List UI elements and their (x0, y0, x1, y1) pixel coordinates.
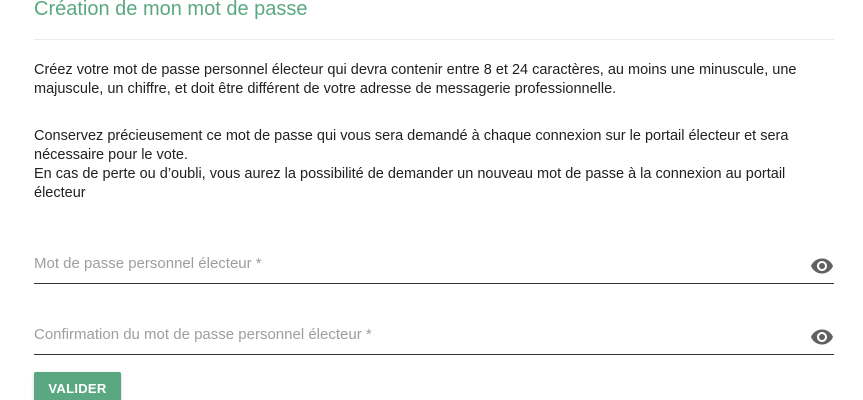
title-divider (34, 39, 834, 40)
password-rules-text: Créez votre mot de passe personnel élect… (34, 62, 797, 97)
password-creation-page: Création de mon mot de passe Créez votre… (0, 0, 863, 400)
page-title: Création de mon mot de passe (34, 0, 308, 20)
validate-button[interactable]: VALIDER (34, 372, 121, 400)
password-lost-text: En cas de perte ou d’oubli, vous aurez l… (34, 166, 786, 201)
password-field (34, 243, 834, 284)
confirm-password-input[interactable] (34, 322, 794, 346)
eye-icon[interactable] (810, 254, 834, 278)
confirm-password-field (34, 314, 834, 355)
password-keep-text: Conservez précieusement ce mot de passe … (34, 128, 789, 163)
password-input[interactable] (34, 251, 794, 275)
eye-icon[interactable] (810, 325, 834, 349)
